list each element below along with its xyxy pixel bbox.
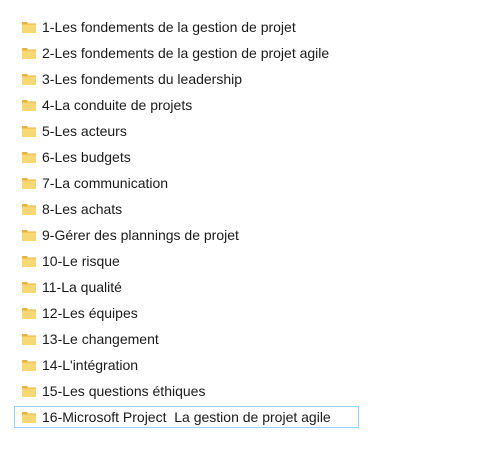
folder-icon [22,74,36,85]
folder-icon [22,308,36,319]
folder-item[interactable]: 11-La qualité [14,274,487,300]
folder-label: 12-Les équipes [42,305,138,321]
folder-item[interactable]: 3-Les fondements du leadership [14,66,487,92]
folder-item-selected[interactable]: 16-Microsoft Project La gestion de proje… [14,406,359,428]
folder-item[interactable]: 4-La conduite de projets [14,92,487,118]
folder-icon [22,48,36,59]
folder-item[interactable]: 2-Les fondements de la gestion de projet… [14,40,487,66]
folder-icon [22,334,36,345]
folder-label: 4-La conduite de projets [42,97,193,113]
folder-label: 10-Le risque [42,253,120,269]
folder-item[interactable]: 14-L'intégration [14,352,487,378]
folder-list: 1-Les fondements de la gestion de projet… [14,14,487,428]
folder-icon [22,204,36,215]
folder-label: 1-Les fondements de la gestion de projet [42,19,296,35]
folder-item[interactable]: 7-La communication [14,170,487,196]
folder-label: 3-Les fondements du leadership [42,71,243,87]
folder-icon [22,152,36,163]
folder-label: 11-La qualité [42,279,122,295]
folder-label: 2-Les fondements de la gestion de projet… [42,45,330,61]
folder-item[interactable]: 1-Les fondements de la gestion de projet [14,14,487,40]
folder-label: 6-Les budgets [42,149,131,165]
folder-icon [22,412,36,423]
folder-icon [22,386,36,397]
folder-icon [22,178,36,189]
folder-label: 15-Les questions éthiques [42,383,206,399]
folder-label: 13-Le changement [42,331,159,347]
folder-item[interactable]: 13-Le changement [14,326,487,352]
folder-icon [22,360,36,371]
folder-icon [22,100,36,111]
folder-label: 7-La communication [42,175,169,191]
folder-label: 14-L'intégration [42,357,139,373]
folder-item[interactable]: 9-Gérer des plannings de projet [14,222,487,248]
folder-icon [22,282,36,293]
folder-item[interactable]: 6-Les budgets [14,144,487,170]
folder-icon [22,22,36,33]
folder-label: 9-Gérer des plannings de projet [42,227,239,243]
folder-label: 16-Microsoft Project La gestion de proje… [42,409,331,425]
folder-item[interactable]: 5-Les acteurs [14,118,487,144]
folder-item[interactable]: 12-Les équipes [14,300,487,326]
folder-icon [22,230,36,241]
folder-item[interactable]: 10-Le risque [14,248,487,274]
folder-label: 5-Les acteurs [42,123,127,139]
folder-icon [22,126,36,137]
folder-item[interactable]: 15-Les questions éthiques [14,378,487,404]
folder-label: 8-Les achats [42,201,123,217]
folder-item[interactable]: 8-Les achats [14,196,487,222]
folder-icon [22,256,36,267]
